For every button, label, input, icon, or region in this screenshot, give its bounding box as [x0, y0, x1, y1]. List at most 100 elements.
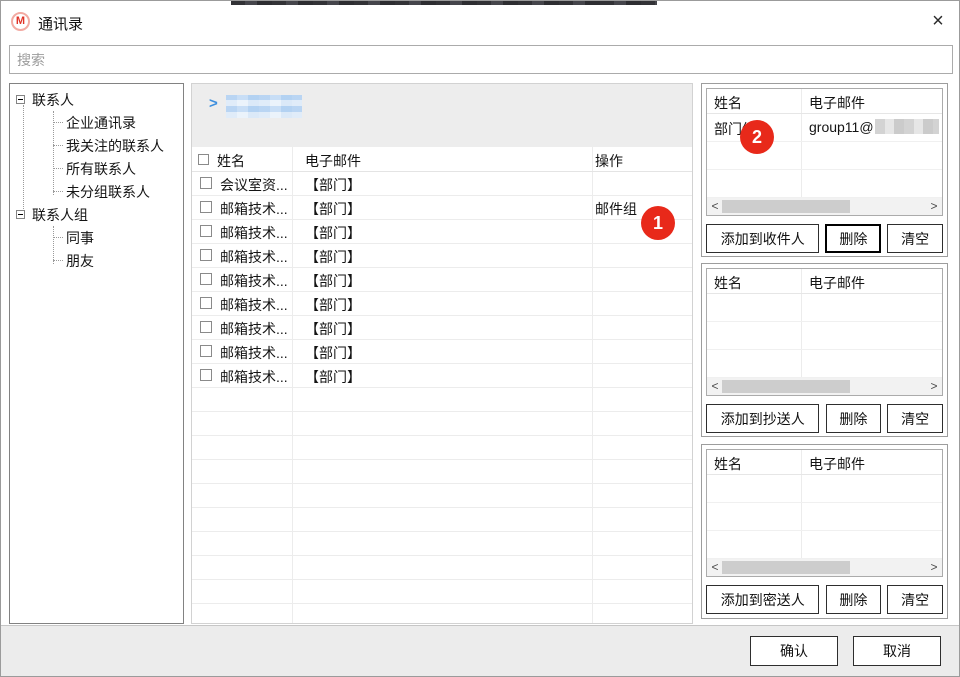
- scroll-left-icon[interactable]: <: [707, 198, 723, 215]
- add-to-recipients-button[interactable]: 添加到收件人: [706, 224, 819, 253]
- horizontal-scrollbar[interactable]: < >: [707, 198, 942, 215]
- tree-connector: [53, 145, 63, 146]
- sidebar-item-label: 未分组联系人: [66, 182, 150, 202]
- to-table-header: 姓名 电子邮件: [707, 89, 942, 114]
- sidebar-item-friends[interactable]: 朋友: [10, 249, 183, 272]
- tree-connector: [53, 122, 63, 123]
- window-title: 通讯录: [38, 13, 83, 34]
- close-icon[interactable]: ×: [923, 7, 953, 35]
- add-to-bcc-button[interactable]: 添加到密送人: [706, 585, 819, 614]
- horizontal-scrollbar[interactable]: < >: [707, 378, 942, 395]
- table-row[interactable]: 邮箱技术... 【部门】 邮件组: [192, 196, 692, 220]
- scrollbar-thumb[interactable]: [722, 561, 850, 574]
- row-checkbox[interactable]: [200, 273, 212, 285]
- clear-bcc-button[interactable]: 清空: [887, 585, 943, 614]
- tree-connector: [53, 260, 63, 261]
- redacted-email-domain: [875, 119, 939, 134]
- table-row[interactable]: 邮箱技术... 【部门】: [192, 268, 692, 292]
- cc-table: 姓名 电子邮件 < >: [706, 268, 943, 396]
- clear-to-button[interactable]: 清空: [887, 224, 943, 253]
- row-checkbox[interactable]: [200, 177, 212, 189]
- breadcrumb: >: [192, 84, 692, 147]
- delete-bcc-button[interactable]: 删除: [826, 585, 882, 614]
- sidebar-item-followed-contacts[interactable]: 我关注的联系人: [10, 134, 183, 157]
- to-table: 姓名 电子邮件 部门组 group11@ < >: [706, 88, 943, 216]
- table-row[interactable]: 邮箱技术... 【部门】: [192, 292, 692, 316]
- tree-connector: [53, 237, 63, 238]
- scroll-right-icon[interactable]: >: [926, 198, 942, 215]
- sidebar-item-contacts[interactable]: 联系人: [10, 88, 183, 111]
- bcc-table: 姓名 电子邮件 < >: [706, 449, 943, 577]
- delete-to-button[interactable]: 删除: [825, 224, 881, 253]
- contacts-table-body: 会议室资... 【部门】 邮箱技术... 【部门】 邮件组 邮箱技术... 【部…: [192, 172, 692, 623]
- sidebar-item-enterprise-directory[interactable]: 企业通讯录: [10, 111, 183, 134]
- tree-connector: [53, 191, 63, 192]
- contacts-tree: 联系人 企业通讯录 我关注的联系人 所有联系人 未分组联系人 联系人组: [10, 84, 183, 272]
- email-prefix: group11@: [809, 119, 874, 135]
- row-checkbox[interactable]: [200, 201, 212, 213]
- scroll-left-icon[interactable]: <: [707, 559, 723, 576]
- recipients-cc-section: 姓名 电子邮件 < > 添加到抄送人 删除 清空: [701, 263, 948, 437]
- table-row[interactable]: 会议室资... 【部门】: [192, 172, 692, 196]
- empty-row: [707, 170, 942, 198]
- empty-row: [707, 531, 942, 559]
- background-window-sliver: [231, 1, 657, 5]
- table-row[interactable]: 邮箱技术... 【部门】: [192, 220, 692, 244]
- scroll-left-icon[interactable]: <: [707, 378, 723, 395]
- cancel-button[interactable]: 取消: [853, 636, 941, 666]
- sidebar-item-label: 企业通讯录: [66, 113, 136, 133]
- tree-connector: [23, 105, 24, 217]
- column-header-name: 姓名: [217, 151, 245, 171]
- empty-row: [707, 350, 942, 378]
- cc-table-header: 姓名 电子邮件: [707, 269, 942, 294]
- collapse-icon[interactable]: [16, 210, 25, 219]
- add-to-cc-button[interactable]: 添加到抄送人: [706, 404, 819, 433]
- breadcrumb-arrow-icon: >: [209, 95, 218, 112]
- empty-row: [707, 294, 942, 322]
- scrollbar-thumb[interactable]: [722, 380, 850, 393]
- table-row[interactable]: 邮箱技术... 【部门】: [192, 364, 692, 388]
- breadcrumb-item-redacted[interactable]: [226, 95, 302, 118]
- annotation-badge-1: 1: [641, 206, 675, 240]
- sidebar-item-label: 朋友: [66, 251, 94, 271]
- tree-connector: [53, 226, 54, 264]
- collapse-icon[interactable]: [16, 95, 25, 104]
- delete-cc-button[interactable]: 删除: [826, 404, 882, 433]
- recipients-to-section: 姓名 电子邮件 部门组 group11@ < > 添加到收件人 删除 清空: [701, 83, 948, 257]
- table-row[interactable]: 邮箱技术... 【部门】: [192, 244, 692, 268]
- scrollbar-thumb[interactable]: [722, 200, 850, 213]
- scroll-right-icon[interactable]: >: [926, 378, 942, 395]
- sidebar-item-colleagues[interactable]: 同事: [10, 226, 183, 249]
- horizontal-scrollbar[interactable]: < >: [707, 559, 942, 576]
- clear-cc-button[interactable]: 清空: [887, 404, 943, 433]
- recipients-bcc-section: 姓名 电子邮件 < > 添加到密送人 删除 清空: [701, 444, 948, 619]
- contacts-tree-panel: 联系人 企业通讯录 我关注的联系人 所有联系人 未分组联系人 联系人组: [9, 83, 184, 624]
- row-checkbox[interactable]: [200, 321, 212, 333]
- column-header-action: 操作: [595, 151, 623, 171]
- sidebar-item-all-contacts[interactable]: 所有联系人: [10, 157, 183, 180]
- annotation-badge-2: 2: [740, 120, 774, 154]
- empty-row: [707, 503, 942, 531]
- row-checkbox[interactable]: [200, 345, 212, 357]
- row-checkbox[interactable]: [200, 225, 212, 237]
- row-checkbox[interactable]: [200, 297, 212, 309]
- contacts-table: 姓名 电子邮件 操作 会议室资... 【部门】 邮箱技术... 【部门】 邮件组: [192, 147, 692, 623]
- sidebar-item-label: 联系人组: [32, 205, 88, 225]
- search-input[interactable]: [9, 45, 953, 74]
- empty-row: [707, 475, 942, 503]
- mail-group-action[interactable]: 邮件组: [595, 199, 637, 219]
- table-row[interactable]: 邮箱技术... 【部门】: [192, 340, 692, 364]
- dialog-footer: 确认 取消: [1, 625, 959, 676]
- contacts-table-header: 姓名 电子邮件 操作: [192, 147, 692, 172]
- select-all-checkbox[interactable]: [198, 154, 209, 165]
- scroll-right-icon[interactable]: >: [926, 559, 942, 576]
- sidebar-item-ungrouped-contacts[interactable]: 未分组联系人: [10, 180, 183, 203]
- app-logo-icon: M: [11, 12, 30, 31]
- column-header-email: 电子邮件: [305, 151, 361, 171]
- confirm-button[interactable]: 确认: [750, 636, 838, 666]
- table-row[interactable]: 邮箱技术... 【部门】: [192, 316, 692, 340]
- sidebar-item-contact-groups[interactable]: 联系人组: [10, 203, 183, 226]
- empty-row: [707, 322, 942, 350]
- row-checkbox[interactable]: [200, 369, 212, 381]
- row-checkbox[interactable]: [200, 249, 212, 261]
